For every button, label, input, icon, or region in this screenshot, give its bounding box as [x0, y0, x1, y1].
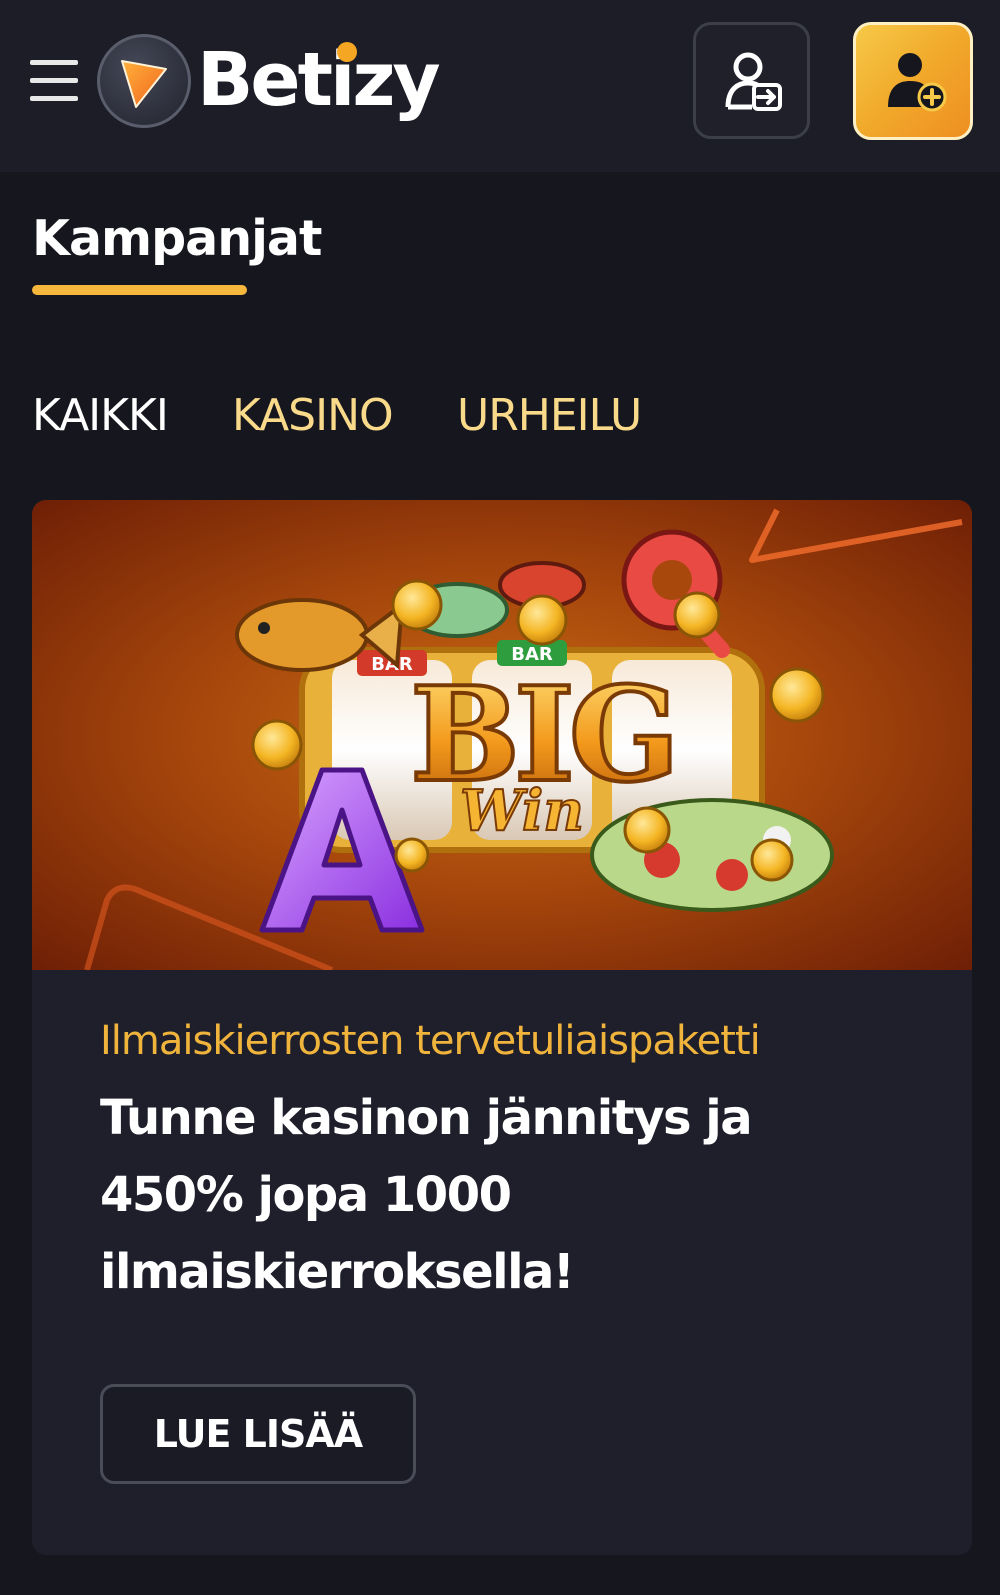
- promo-banner-image[interactable]: BAR BAR BIG Win: [32, 500, 972, 970]
- promo-headline-line: Tunne kasinon jännitys ja: [100, 1090, 753, 1146]
- logo-text: Betizy: [197, 37, 441, 123]
- hamburger-menu-icon[interactable]: [30, 60, 78, 102]
- user-add-icon: [888, 53, 947, 112]
- banner-win-text: Win: [460, 778, 584, 844]
- read-more-button[interactable]: LUE LISÄÄ: [100, 1384, 416, 1484]
- tab-casino[interactable]: KASINO: [232, 390, 394, 441]
- title-underline: [32, 285, 247, 295]
- promo-headline-line: ilmaiskierroksella!: [100, 1244, 575, 1300]
- promo-headline: Tunne kasinon jännitys ja 450% jopa 1000…: [100, 1080, 860, 1311]
- user-login-icon: [725, 52, 782, 111]
- top-bar: Betizy: [0, 0, 1000, 172]
- tab-sports[interactable]: URHEILU: [457, 390, 642, 441]
- logo-dot: [337, 42, 357, 62]
- promo-subtitle: Ilmaiskierrosten tervetuliaispaketti: [100, 1018, 761, 1064]
- tab-all[interactable]: KAIKKI: [32, 390, 169, 441]
- register-button[interactable]: [853, 22, 973, 140]
- brand-logo[interactable]: Betizy: [97, 34, 457, 128]
- promo-card: BAR BAR BIG Win Ilmaiskierrosten tervetu…: [32, 500, 972, 1555]
- login-button[interactable]: [693, 22, 810, 139]
- page-title: Kampanjat: [32, 210, 322, 267]
- promo-headline-line: 450% jopa 1000: [100, 1167, 512, 1223]
- logo-play-icon: [97, 34, 191, 128]
